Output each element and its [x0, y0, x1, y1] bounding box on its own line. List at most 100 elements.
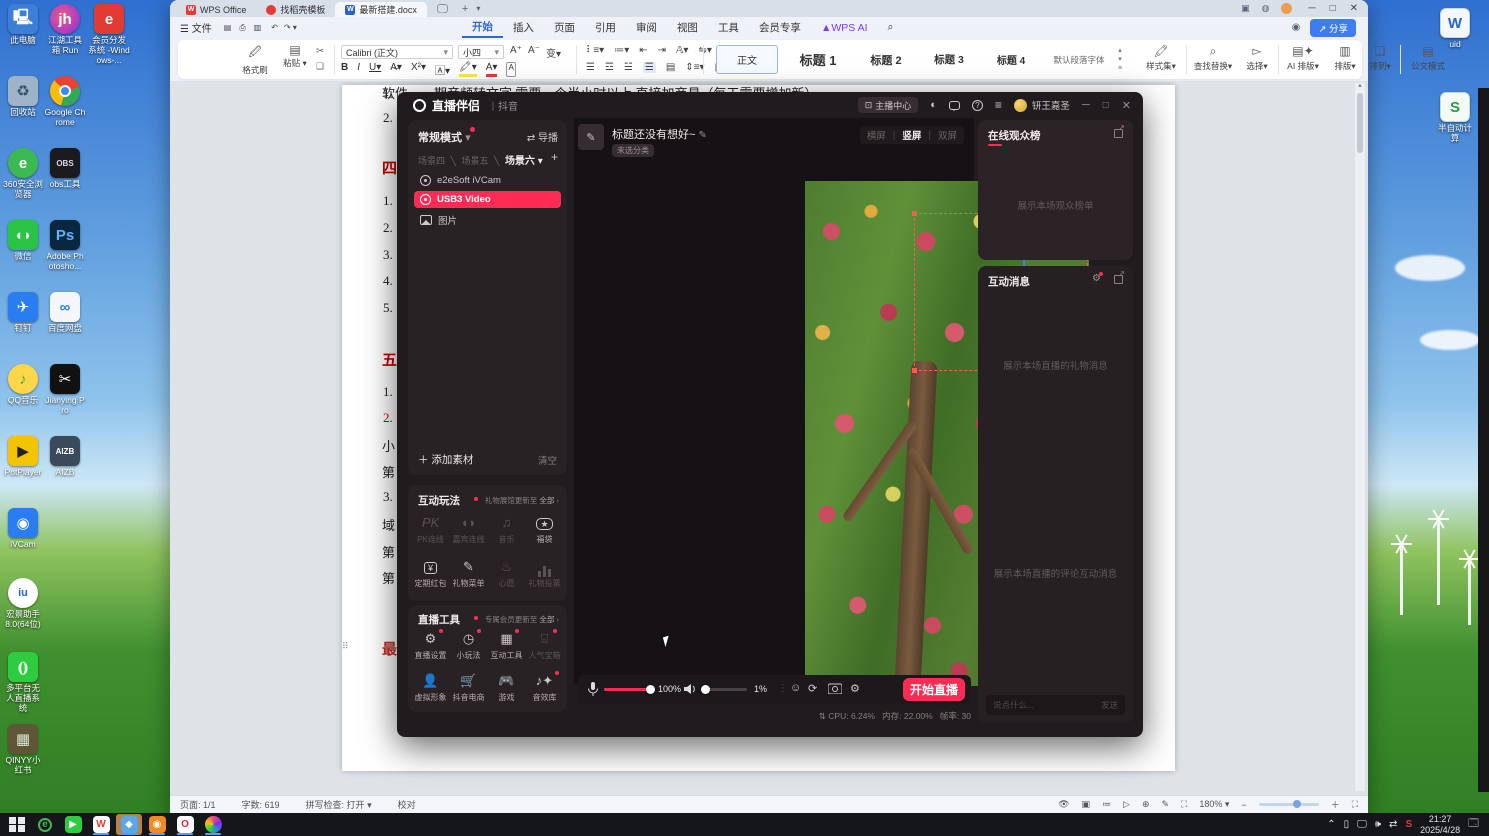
select-button[interactable]: ▻ 选择▾ [1236, 44, 1278, 72]
share-button[interactable]: ↗ 分享 [1310, 18, 1356, 37]
tool-item-mini-play[interactable]: ◷ 小玩法 [450, 629, 487, 661]
tab-docer[interactable]: 找稻壳模板 [256, 2, 335, 17]
mode-select[interactable]: 常规模式 ▾ [418, 129, 471, 145]
ribbon-tab-wps-ai[interactable]: ▲ WPS AI [811, 17, 878, 38]
source-picture[interactable]: 图片 [414, 211, 561, 228]
message-popout-icon[interactable] [1114, 269, 1125, 284]
bold-button[interactable]: B [341, 62, 348, 77]
styles-gallery-scroll[interactable]: ▴ ▾ ≡ [1118, 46, 1122, 73]
taskbar-wps[interactable]: W [88, 814, 114, 835]
desktop-icon-dingtalk[interactable]: ✈ 钉钉 [2, 292, 44, 334]
tray-sogou-icon[interactable]: S [1405, 819, 1412, 830]
chat-input[interactable]: 说点什么... 发送 [986, 695, 1125, 715]
clear-button[interactable]: 清空 [538, 453, 557, 467]
scrollbar-thumb[interactable] [1357, 93, 1363, 153]
align-left-icon[interactable]: ☰ [586, 62, 595, 73]
desktop-icon-photoshop[interactable]: Ps Adobe Photosho... [44, 220, 86, 272]
desktop-icon-member-dispatch[interactable]: e 会员分发系统 -Windows-... [88, 4, 130, 65]
format-painter-button[interactable]: 🖉 格式刷 [238, 43, 272, 76]
message-settings-icon[interactable]: ⚙ [1092, 272, 1103, 284]
scene-tab-4[interactable]: 场景四 [418, 156, 445, 166]
add-scene-button[interactable]: + [551, 150, 558, 164]
beauty-face-icon[interactable]: ☺ [790, 682, 801, 694]
style-normal[interactable]: 正文 [716, 45, 778, 74]
tool-item-interact-tools[interactable]: ▦ 互动工具 [488, 629, 525, 661]
source-usb3-video[interactable]: USB3 Video [414, 191, 561, 208]
taskbar-camera-app[interactable]: ◉ [144, 814, 170, 835]
feedback-bubble-icon[interactable] [948, 100, 960, 111]
live-close-button[interactable]: ✕ [1122, 99, 1131, 112]
play-item-music[interactable]: ♫ 音乐 [488, 513, 525, 545]
zoom-in-button[interactable]: ＋ [1331, 798, 1340, 811]
desktop-icon-potplayer[interactable]: ▶ PotPlayer [2, 436, 44, 478]
stream-title[interactable]: 标题还没有想好~ ✎ [612, 126, 707, 142]
desktop-icon-aizb[interactable]: AIZB AIZB [44, 436, 86, 478]
tray-clock[interactable]: 21:27 2025/4/28 [1420, 814, 1460, 835]
save-icon[interactable]: ▤ [224, 23, 232, 32]
edit-mode-icon[interactable]: ✎ [1161, 799, 1169, 810]
speaker-icon[interactable] [684, 683, 697, 695]
desktop-icon-this-pc[interactable]: 🖳 此电脑 [2, 4, 44, 46]
help-icon[interactable]: ? [971, 99, 983, 111]
font-size-select[interactable]: 小四 ▾ [458, 45, 504, 59]
shrink-font-icon[interactable]: A⁻ [528, 45, 540, 56]
play-item-wish[interactable]: ♨ 心愿 [488, 557, 525, 589]
fit-page-icon[interactable]: ⛶ [1181, 799, 1187, 810]
highlight-button[interactable]: 🖍▾ [459, 62, 477, 77]
desktop-icon-chrome[interactable]: Google Chrome [44, 76, 86, 128]
desktop-icon-recycle-bin[interactable]: ♻ 回收站 [2, 76, 44, 118]
clear-format-icon[interactable]: 变▾ [546, 45, 561, 60]
official-doc-mode-button[interactable]: ▤ 公文模式 [1406, 44, 1450, 72]
view-outline-icon[interactable]: ≔ [1102, 799, 1111, 810]
wrap-icon[interactable]: ⇋▾ [698, 45, 711, 56]
cut-icon[interactable]: ✂ [316, 46, 324, 57]
line-spacing-icon[interactable]: ⇕≡▾ [685, 62, 704, 73]
find-replace-button[interactable]: ⌕ 查找替换▾ [1192, 44, 1234, 72]
superscript-button[interactable]: X²▾ [411, 62, 426, 77]
ribbon-tab-review[interactable]: 审阅 [626, 17, 667, 38]
style-set-button[interactable]: 🖍 样式集▾ [1140, 44, 1182, 72]
desktop-icon-assistant[interactable]: iu 宏景助手 8.0(64位) [2, 578, 44, 630]
fullscreen-icon[interactable]: ⛶ [1352, 799, 1358, 810]
wps-maximize-button[interactable]: □ [1330, 3, 1336, 14]
taskbar-live-companion[interactable]: O [172, 814, 198, 835]
wps-avatar[interactable] [1281, 3, 1293, 14]
menu-icon[interactable]: ≡ [995, 98, 1002, 112]
layout-switch-icon[interactable]: ▣ [1241, 3, 1250, 14]
paragraph-drag-handle[interactable]: ⠿ [342, 641, 349, 652]
tray-volume-icon[interactable]: 🕪 [1375, 819, 1381, 830]
desktop-icon-qinyy[interactable]: ▦ QINYY小红书 [2, 724, 44, 776]
new-tab-button[interactable]: + [462, 3, 468, 15]
eye-mode-icon[interactable]: 👁 [1058, 799, 1069, 810]
mic-icon[interactable] [587, 682, 599, 697]
style-heading3[interactable]: 标题 3 [920, 45, 978, 74]
play-item-red-packet[interactable]: ¥ 定期红包 [412, 557, 449, 589]
char-shading-button[interactable]: 🄰▾ [435, 62, 450, 77]
desktop-icon-wechat[interactable]: ◖◗ 微信 [2, 220, 44, 262]
wps-minimize-button[interactable]: ─ [1308, 3, 1315, 14]
ribbon-tab-tools[interactable]: 工具 [708, 17, 749, 38]
play-item-guest-link[interactable]: ◖◗ 嘉宾连线 [450, 513, 487, 545]
bullet-list-icon[interactable]: ⠇≡▾ [586, 45, 604, 56]
undo-icon[interactable]: ↶ [271, 23, 278, 32]
preview-icon[interactable]: ▥ [254, 23, 262, 32]
italic-button[interactable]: I [357, 62, 360, 77]
theme-toggle-icon[interactable]: ◐ [930, 99, 937, 111]
skin-icon[interactable]: ◍ [1262, 3, 1270, 14]
justify-icon[interactable]: ☰ [642, 62, 656, 73]
doc-scrollbar[interactable]: ▲ [1355, 83, 1365, 791]
align-center-icon[interactable]: ☲ [605, 62, 614, 73]
status-proofread[interactable]: 校对 [398, 798, 416, 811]
play-item-lucky-bag[interactable]: ★ 福袋 [526, 513, 563, 545]
underline-button[interactable]: U▾ [369, 62, 381, 77]
style-heading4[interactable]: 标题 4 [982, 45, 1040, 74]
char-border-button[interactable]: A [506, 62, 516, 77]
paste-button[interactable]: ▤ 粘贴 ▾ [278, 43, 312, 69]
play-item-pk[interactable]: PK PK连线 [412, 513, 449, 545]
add-material-button[interactable]: ＋ 添加素材 [418, 452, 473, 467]
tool-item-games[interactable]: 🎮 游戏 [488, 671, 525, 703]
arrange-button[interactable]: ❏ 排列▾ [1362, 44, 1398, 72]
ribbon-tab-view[interactable]: 视图 [667, 17, 708, 38]
tab-current-doc[interactable]: W 最新搭建.docx [335, 2, 427, 17]
mic-volume-slider[interactable] [604, 685, 655, 694]
